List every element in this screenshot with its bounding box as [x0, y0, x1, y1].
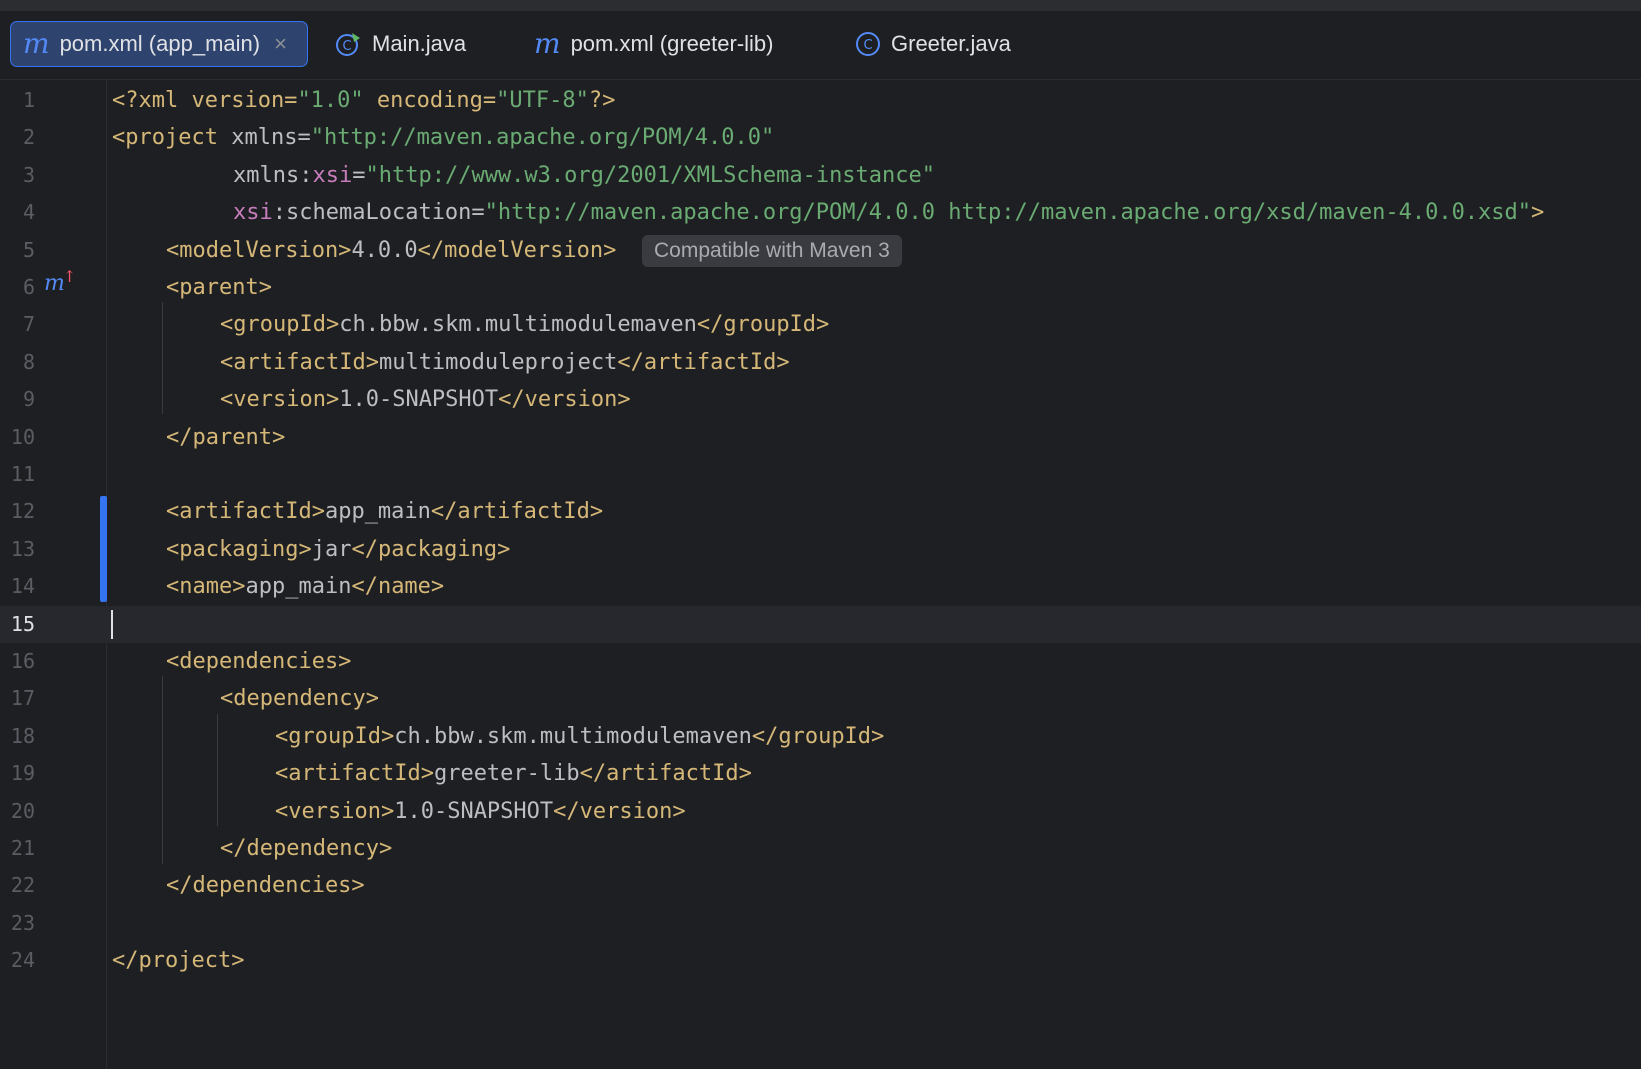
code-line: 5 <modelVersion>4.0.0</modelVersion> Com…: [0, 232, 1641, 269]
code-line: 4 xsi:schemaLocation="http://maven.apach…: [0, 194, 1641, 231]
close-icon[interactable]: ×: [274, 31, 287, 57]
line-number: 17: [10, 686, 35, 711]
maven-m-icon: m: [23, 27, 50, 60]
line-code: <modelVersion>4.0.0</modelVersion>: [166, 237, 617, 263]
line-number: 5: [22, 237, 35, 262]
tab-label: Main.java: [372, 31, 467, 56]
code-line: 19 <artifactId>greeter-lib</artifactId>: [0, 755, 1641, 792]
line-code: <packaging>jar</packaging>: [166, 536, 511, 562]
line-number: 24: [10, 948, 35, 973]
window-top-strip: [0, 0, 1641, 11]
line-code: </dependency>: [220, 836, 393, 861]
line-number: 2: [22, 125, 35, 150]
line-code: <artifactId>app_main</artifactId>: [166, 499, 604, 525]
svg-text:C: C: [342, 39, 351, 54]
line-code: <version>1.0-SNAPSHOT</version>: [275, 798, 686, 824]
line-number: 15: [10, 611, 35, 636]
line-number: 21: [10, 836, 35, 860]
editor-tab-bar: m pom.xml (app_main) × C Main.java m pom…: [0, 11, 1641, 80]
inlay-hint[interactable]: Compatible with Maven 3: [642, 234, 902, 267]
code-line: 23: [0, 905, 1641, 942]
code-line: 24 </project>: [0, 942, 1641, 979]
code-line: 7 <groupId>ch.bbw.skm.multimodulemaven</…: [0, 306, 1641, 343]
tab-pom-greeter-lib[interactable]: m pom.xml (greeter-lib): [522, 21, 802, 67]
tab-main-java[interactable]: C Main.java: [322, 21, 482, 67]
code-line: 6 m↑ <parent>: [0, 267, 1641, 306]
line-code: <project xmlns="http://maven.apache.org/…: [112, 125, 775, 151]
code-line: 11: [0, 456, 1641, 493]
tab-pom-app-main[interactable]: m pom.xml (app_main) ×: [10, 21, 308, 67]
code-line: 12 <artifactId>app_main</artifactId>: [0, 493, 1641, 530]
code-line: 17 <dependency>: [0, 680, 1641, 717]
line-code: xsi:schemaLocation="http://maven.apache.…: [233, 200, 1545, 226]
code-line: 20 <version>1.0-SNAPSHOT</version>: [0, 793, 1641, 830]
maven-m-icon: m: [534, 27, 561, 60]
code-line: 13 <packaging>jar</packaging>: [0, 531, 1641, 568]
line-number: 1: [22, 88, 35, 112]
code-line: 1 <?xml version="1.0" encoding="UTF-8"?>: [0, 82, 1641, 119]
code-editor[interactable]: 1 <?xml version="1.0" encoding="UTF-8"?>…: [0, 80, 1641, 1069]
line-code: <name>app_main</name>: [166, 574, 445, 600]
code-line: 22 </dependencies>: [0, 867, 1641, 904]
code-line: 10 </parent>: [0, 419, 1641, 456]
line-number: 7: [22, 312, 35, 337]
code-line: 14 <name>app_main</name>: [0, 568, 1641, 605]
line-code: <groupId>ch.bbw.skm.multimodulemaven</gr…: [275, 723, 885, 749]
line-number: 19: [10, 761, 35, 786]
tab-label: pom.xml (greeter-lib): [570, 31, 774, 56]
code-line: 8 <artifactId>multimoduleproject</artifa…: [0, 344, 1641, 381]
line-code: <version>1.0-SNAPSHOT</version>: [220, 387, 631, 413]
code-line: 16 <dependencies>: [0, 643, 1641, 680]
line-code: <artifactId>greeter-lib</artifactId>: [275, 761, 752, 787]
code-line: 2 <project xmlns="http://maven.apache.or…: [0, 119, 1641, 156]
java-main-class-icon: C: [334, 30, 362, 58]
code-line: 21 </dependency>: [0, 830, 1641, 867]
line-code: <dependency>: [220, 686, 379, 712]
code-line: 9 <version>1.0-SNAPSHOT</version>: [0, 381, 1641, 418]
line-number: 13: [10, 536, 35, 561]
line-number: 20: [10, 798, 35, 823]
line-number: 23: [10, 910, 35, 935]
line-code: <parent>: [166, 275, 272, 300]
line-code: </project>: [112, 948, 245, 974]
line-number: 3: [22, 162, 35, 187]
code-line: 18 <groupId>ch.bbw.skm.multimodulemaven<…: [0, 718, 1641, 755]
code-line-current[interactable]: 15: [0, 605, 1641, 643]
line-code: <artifactId>multimoduleproject</artifact…: [220, 349, 790, 375]
line-code: <groupId>ch.bbw.skm.multimodulemaven</gr…: [220, 312, 830, 338]
tab-label: Greeter.java: [891, 31, 1011, 56]
java-class-icon: C: [855, 31, 881, 57]
code-line: 3 xmlns:xsi="http://www.w3.org/2001/XMLS…: [0, 157, 1641, 194]
line-number: 12: [10, 499, 35, 524]
line-number: 22: [10, 873, 35, 898]
svg-text:C: C: [863, 38, 872, 53]
line-number: 6: [22, 275, 35, 299]
line-number: 8: [22, 349, 35, 374]
line-code: </parent>: [166, 424, 286, 450]
navigate-to-parent-pom-icon[interactable]: m↑: [44, 267, 78, 296]
line-number: 4: [22, 200, 35, 225]
line-number: 18: [10, 723, 35, 748]
line-number: 10: [10, 424, 35, 449]
line-code: <?xml version="1.0" encoding="UTF-8"?>: [112, 88, 616, 113]
line-code: <dependencies>: [166, 649, 352, 674]
line-number: 14: [10, 574, 35, 599]
tab-greeter-java[interactable]: C Greeter.java: [843, 21, 1033, 67]
line-number: 9: [22, 387, 35, 412]
text-caret: [111, 609, 113, 639]
tab-label: pom.xml (app_main): [59, 31, 261, 56]
line-code: xmlns:xsi="http://www.w3.org/2001/XMLSch…: [233, 162, 936, 188]
line-number: 16: [10, 649, 35, 673]
line-code: </dependencies>: [166, 873, 365, 899]
line-number: 11: [10, 462, 35, 486]
